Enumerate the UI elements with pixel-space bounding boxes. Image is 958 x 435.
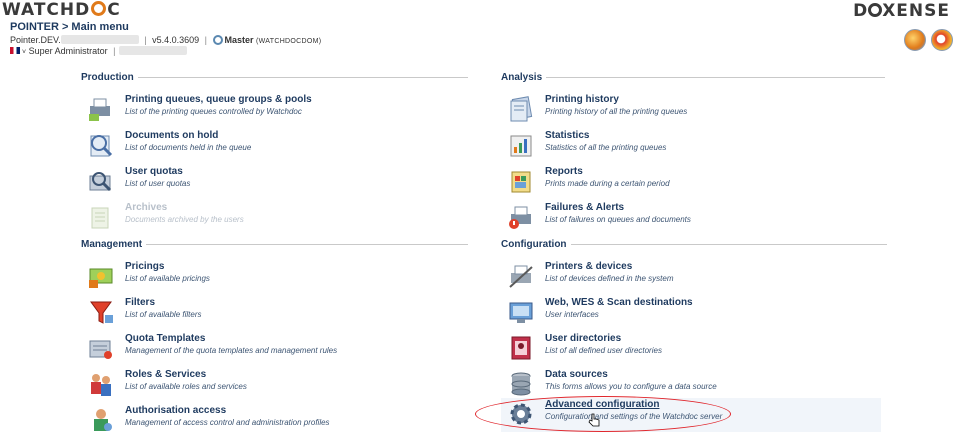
menu-item-desc: Prints made during a certain period <box>545 179 670 188</box>
menu-item-user-directories[interactable]: User directories List of all defined use… <box>501 332 881 366</box>
breadcrumb: POINTER > Main menu <box>10 21 129 33</box>
user-role: Super Administrator <box>28 46 108 56</box>
menu-item-title[interactable]: User directories <box>545 333 621 344</box>
menu-item-archives: Archives Documents archived by the users <box>81 201 461 235</box>
menu-item-authorisation-access[interactable]: Authorisation access Management of acces… <box>81 404 461 435</box>
menu-item-title[interactable]: Documents on hold <box>125 130 218 141</box>
data-sources-icon <box>511 372 531 396</box>
menu-item-desc: List of failures on queues and documents <box>545 215 691 224</box>
documents-on-hold-icon <box>90 135 113 157</box>
top-bar: WATCHD C D XENSE <box>0 0 958 21</box>
pricings-icon <box>89 268 113 288</box>
menu-item-desc: List of available pricings <box>125 274 210 283</box>
gear-icon <box>510 403 532 425</box>
menu-item-data-sources[interactable]: Data sources This forms allows you to co… <box>501 368 881 402</box>
server-name: Pointer.DEV. <box>10 35 61 45</box>
redacted-server <box>60 35 139 44</box>
menu-item-desc: List of documents held in the queue <box>125 143 252 152</box>
menu-item-title[interactable]: Printing history <box>545 94 619 105</box>
server-info: Pointer.DEV. | v5.4.0.3609 | Master (WAT… <box>10 35 322 45</box>
menu-item-title[interactable]: Statistics <box>545 130 589 141</box>
menu-item-title[interactable]: Advanced configuration <box>545 399 659 410</box>
menu-item-desc: List of devices defined in the system <box>545 274 674 283</box>
quota-templates-icon <box>89 340 112 359</box>
menu-item-user-quotas[interactable]: User quotas List of user quotas <box>81 165 461 199</box>
menu-item-title[interactable]: Web, WES & Scan destinations <box>545 297 693 308</box>
help-icon[interactable] <box>931 29 953 51</box>
menu-item-title[interactable]: Reports <box>545 166 583 177</box>
menu-item-desc: Printing history of all the printing que… <box>545 107 688 116</box>
web-wes-scan-icon <box>509 302 533 323</box>
printing-history-icon <box>510 96 533 122</box>
user-directories-icon <box>511 336 531 360</box>
menu-item-title[interactable]: Failures & Alerts <box>545 202 624 213</box>
menu-item-title[interactable]: Data sources <box>545 369 608 380</box>
menu-item-desc: Documents archived by the users <box>125 215 244 224</box>
menu-item-desc: List of available filters <box>125 310 202 319</box>
menu-item-desc: List of the printing queues controlled b… <box>125 107 302 116</box>
menu-item-title[interactable]: User quotas <box>125 166 183 177</box>
menu-item-statistics[interactable]: Statistics Statistics of all the printin… <box>501 129 881 163</box>
menu-item-documents-on-hold[interactable]: Documents on hold List of documents held… <box>81 129 461 163</box>
watchdoc-logo: WATCHD C <box>2 0 121 20</box>
menu-item-desc: List of all defined user directories <box>545 346 662 355</box>
menu-item-printing-queues[interactable]: Printing queues, queue groups & pools Li… <box>81 93 461 127</box>
menu-item-web-wes-scan[interactable]: Web, WES & Scan destinations User interf… <box>501 296 881 330</box>
authorisation-icon <box>94 409 112 431</box>
menu-item-title[interactable]: Pricings <box>125 261 164 272</box>
menu-item-title[interactable]: Printing queues, queue groups & pools <box>125 94 312 105</box>
menu-item-title[interactable]: Authorisation access <box>125 405 226 416</box>
section-production: Production <box>81 72 468 83</box>
archives-icon <box>91 207 109 229</box>
menu-item-filters[interactable]: Filters List of available filters <box>81 296 461 330</box>
menu-item-printers-devices[interactable]: Printers & devices List of devices defin… <box>501 260 881 294</box>
user-quotas-icon <box>89 172 112 192</box>
menu-item-title[interactable]: Quota Templates <box>125 333 205 344</box>
menu-item-pricings[interactable]: Pricings List of available pricings <box>81 260 461 294</box>
hand-cursor-icon <box>588 413 600 427</box>
master-label[interactable]: Master <box>225 35 254 45</box>
menu-item-quota-templates[interactable]: Quota Templates Management of the quota … <box>81 332 461 366</box>
menu-item-printing-history[interactable]: Printing history Printing history of all… <box>501 93 881 127</box>
printer-queue-icon <box>89 98 110 121</box>
menu-item-roles-services[interactable]: Roles & Services List of available roles… <box>81 368 461 402</box>
section-management: Management <box>81 239 469 250</box>
menu-item-desc: List of available roles and services <box>125 382 247 391</box>
menu-item-failures-alerts[interactable]: Failures & Alerts List of failures on qu… <box>501 201 881 235</box>
menu-item-title[interactable]: Printers & devices <box>545 261 632 272</box>
filters-icon <box>90 301 113 324</box>
tools-icon[interactable] <box>904 29 926 51</box>
menu-item-desc: User interfaces <box>545 310 599 319</box>
statistics-icon <box>510 135 532 157</box>
menu-item-desc: Statistics of all the printing queues <box>545 143 667 152</box>
menu-item-title[interactable]: Filters <box>125 297 155 308</box>
menu-item-desc: This forms allows you to configure a dat… <box>545 382 717 391</box>
menu-item-desc: Configuration and settings of the Watchd… <box>545 412 723 421</box>
menu-item-title: Archives <box>125 202 168 213</box>
doxense-logo: D XENSE <box>853 1 950 21</box>
version-label: v5.4.0.3609 <box>152 35 200 45</box>
menu-item-desc: Management of access control and adminis… <box>125 418 330 427</box>
section-analysis: Analysis <box>501 72 886 83</box>
menu-item-desc: Management of the quota templates and ma… <box>125 346 338 355</box>
chevron-down-icon[interactable]: ˅ <box>22 49 26 56</box>
menu-item-desc: List of user quotas <box>125 179 191 188</box>
section-configuration: Configuration <box>501 239 887 250</box>
menu-item-reports[interactable]: Reports Prints made during a certain per… <box>501 165 881 199</box>
master-icon <box>212 35 223 45</box>
redacted-user <box>118 46 187 55</box>
roles-services-icon <box>91 374 111 396</box>
printers-devices-icon <box>509 265 533 288</box>
menu-item-title[interactable]: Roles & Services <box>125 369 206 380</box>
reports-icon <box>511 171 531 193</box>
master-domain: (WATCHDOCDOM) <box>256 38 322 45</box>
language-flag-icon[interactable] <box>10 47 20 54</box>
failures-alerts-icon <box>509 206 531 229</box>
user-info: ˅ Super Administrator | <box>10 46 187 56</box>
menu-item-advanced-configuration[interactable]: Advanced configuration Configuration and… <box>501 398 881 432</box>
